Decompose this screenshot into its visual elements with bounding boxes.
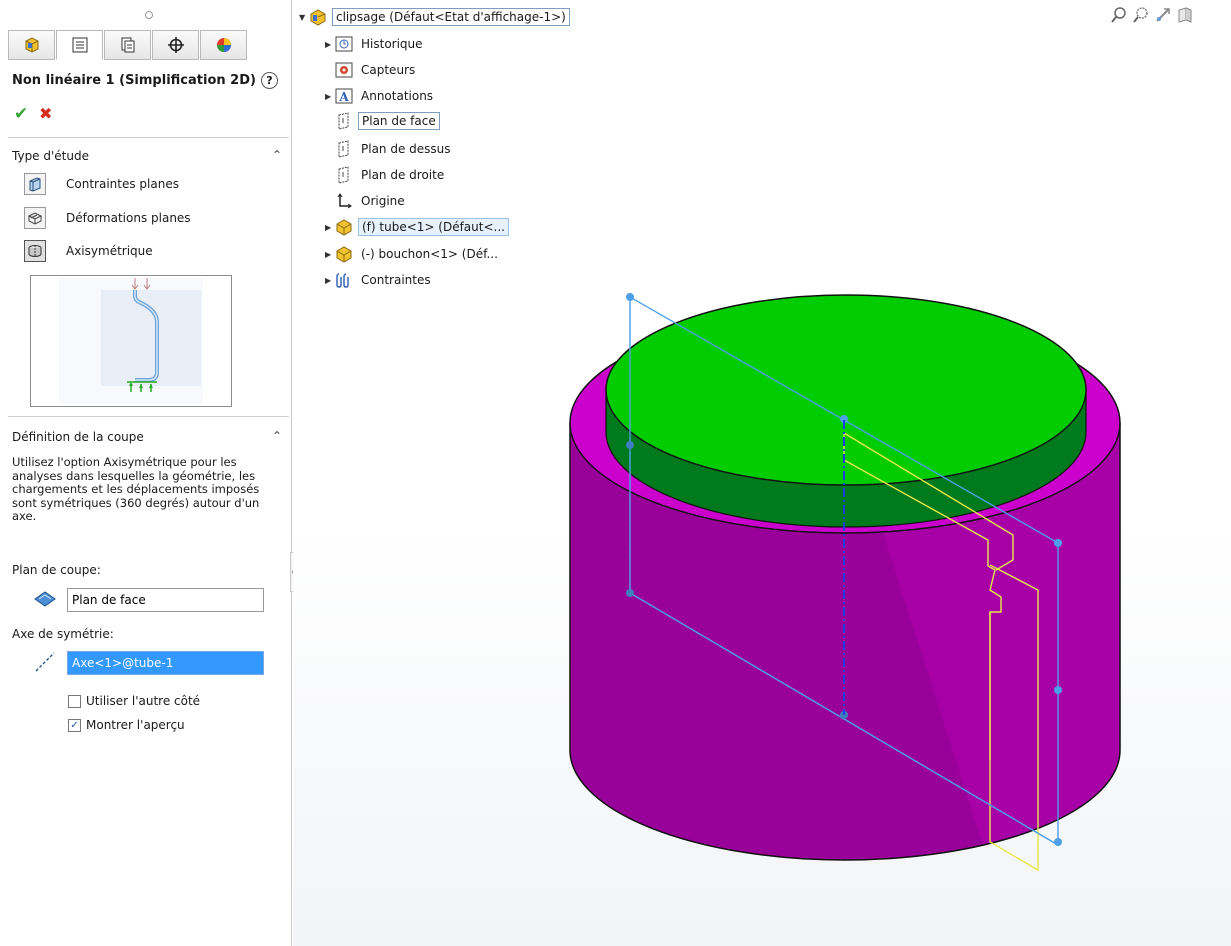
expand-arrow-icon[interactable]: ▶: [325, 276, 335, 285]
tab-dimxpert-manager[interactable]: [152, 30, 199, 60]
symmetry-axis-label: Axe de symétrie:: [12, 627, 114, 641]
tree-item-annotations[interactable]: ▶ A Annotations: [325, 87, 436, 105]
tree-label: clipsage (Défaut<Etat d'affichage-1>): [332, 8, 570, 26]
property-manager-panel: Non linéaire 1 (Simplification 2D) ? ✔ ✖…: [0, 0, 292, 946]
option-label: Contraintes planes: [66, 177, 179, 191]
tab-display-manager[interactable]: [200, 30, 247, 60]
tree-label: Plan de dessus: [361, 142, 451, 156]
zoom-to-fit-icon: [1111, 7, 1126, 23]
show-preview-checkbox[interactable]: ✓ Montrer l'aperçu: [68, 718, 185, 732]
history-icon: [335, 35, 353, 53]
expand-arrow-icon[interactable]: ▶: [325, 92, 335, 101]
tree-item-history[interactable]: ▶ Historique: [325, 35, 426, 53]
graphics-viewport[interactable]: ▼ clipsage (Défaut<Etat d'affichage-1>) …: [293, 0, 1231, 946]
expand-arrow-icon[interactable]: ▶: [325, 250, 335, 259]
option-axisymmetric[interactable]: Axisymétrique: [24, 240, 153, 262]
expand-arrow-icon[interactable]: ▶: [325, 40, 335, 49]
tree-label: Historique: [361, 37, 423, 51]
section-title-study-type: Type d'étude: [12, 149, 89, 163]
option-label: Axisymétrique: [66, 244, 153, 258]
panel-grip[interactable]: [145, 11, 153, 19]
origin-icon: [335, 192, 353, 210]
ok-check-icon[interactable]: ✔: [14, 104, 28, 124]
assembly-icon: [309, 8, 327, 26]
tree-label: (f) tube<1> (Défaut<...: [358, 218, 509, 236]
plane-stress-icon: [24, 173, 46, 195]
page-title: Non linéaire 1 (Simplification 2D): [12, 73, 256, 88]
option-label: Déformations planes: [66, 211, 191, 225]
checkbox-label: Utiliser l'autre côté: [86, 694, 201, 708]
use-other-side-checkbox[interactable]: Utiliser l'autre côté: [68, 694, 200, 708]
collapse-chevron-up-icon[interactable]: ⌃: [272, 429, 282, 443]
display-manager-icon: [216, 38, 231, 52]
dimxpert-icon: [167, 37, 184, 53]
section-title-section-definition: Définition de la coupe: [12, 430, 144, 444]
tree-label: Plan de droite: [361, 168, 445, 182]
property-manager-icon: [72, 37, 87, 53]
manager-tabs: [8, 30, 251, 62]
plane-selection-icon: [34, 591, 56, 607]
cancel-x-icon[interactable]: ✖: [39, 104, 52, 123]
previous-view-button[interactable]: [1152, 4, 1174, 26]
part-icon: [335, 218, 353, 236]
axis-selection-icon: [35, 652, 55, 672]
tree-label: Plan de face: [358, 112, 440, 130]
tree-root-assembly[interactable]: ▼ clipsage (Défaut<Etat d'affichage-1>): [299, 8, 570, 26]
tree-item-right-plane[interactable]: Plan de droite: [325, 166, 447, 184]
checkbox-box[interactable]: [68, 694, 81, 708]
section-plane-label: Plan de coupe:: [12, 563, 101, 577]
mates-icon: [335, 271, 353, 289]
plane-icon: [335, 166, 353, 184]
tab-configuration-manager[interactable]: [104, 30, 151, 60]
tree-item-origin[interactable]: Origine: [325, 192, 408, 210]
study-type-preview-image: [30, 275, 232, 407]
checkbox-label: Montrer l'aperçu: [86, 718, 185, 732]
tree-item-sensors[interactable]: Capteurs: [325, 61, 418, 79]
previous-view-icon: [1156, 8, 1170, 22]
tree-label: Origine: [361, 194, 405, 208]
sensor-icon: [335, 61, 353, 79]
divider: [8, 416, 289, 417]
expand-arrow-icon[interactable]: ▼: [299, 13, 309, 22]
feature-manager-icon: [25, 37, 38, 53]
tree-item-plug-part[interactable]: ▶ (-) bouchon<1> (Déf...: [325, 245, 501, 263]
tree-item-front-plane[interactable]: Plan de face: [325, 112, 440, 130]
zoom-area-button[interactable]: [1130, 4, 1152, 26]
svg-text:A: A: [338, 90, 349, 104]
plane-strain-icon: [24, 207, 46, 229]
tree-label: Annotations: [361, 89, 434, 103]
option-plane-stress[interactable]: Contraintes planes: [24, 173, 179, 195]
tree-label: Contraintes: [361, 273, 431, 287]
configuration-manager-icon: [121, 37, 134, 53]
tab-feature-manager[interactable]: [8, 30, 55, 60]
heads-up-toolbar: [1108, 4, 1196, 26]
plane-icon: [335, 140, 353, 158]
zoom-to-fit-button[interactable]: [1108, 4, 1130, 26]
part-icon: [335, 245, 353, 263]
section-view-button[interactable]: [1174, 4, 1196, 26]
section-plane-input[interactable]: [67, 588, 264, 612]
zoom-area-icon: [1133, 7, 1148, 23]
divider: [8, 137, 289, 138]
axisymmetric-description: Utilisez l'option Axisymétrique pour les…: [12, 455, 260, 523]
tree-item-tube-part[interactable]: ▶ (f) tube<1> (Défaut<...: [325, 218, 509, 236]
checkbox-checked-icon[interactable]: ✓: [68, 718, 81, 732]
tab-property-manager[interactable]: [56, 30, 103, 60]
plane-icon: [335, 112, 353, 130]
section-view-icon: [1178, 7, 1192, 23]
tree-item-top-plane[interactable]: Plan de dessus: [325, 140, 454, 158]
axisymmetric-icon: [24, 240, 46, 262]
tree-label: Capteurs: [361, 63, 416, 77]
help-icon[interactable]: ?: [261, 72, 278, 89]
option-plane-strain[interactable]: Déformations planes: [24, 207, 191, 229]
collapse-chevron-up-icon[interactable]: ⌃: [272, 148, 282, 162]
symmetry-axis-input[interactable]: [67, 651, 264, 675]
annotation-icon: A: [335, 87, 353, 105]
cap-top-face[interactable]: [605, 294, 1087, 486]
expand-arrow-icon[interactable]: ▶: [325, 223, 335, 232]
tree-item-mates[interactable]: ▶ Contraintes: [325, 271, 434, 289]
tree-label: (-) bouchon<1> (Déf...: [361, 247, 498, 261]
